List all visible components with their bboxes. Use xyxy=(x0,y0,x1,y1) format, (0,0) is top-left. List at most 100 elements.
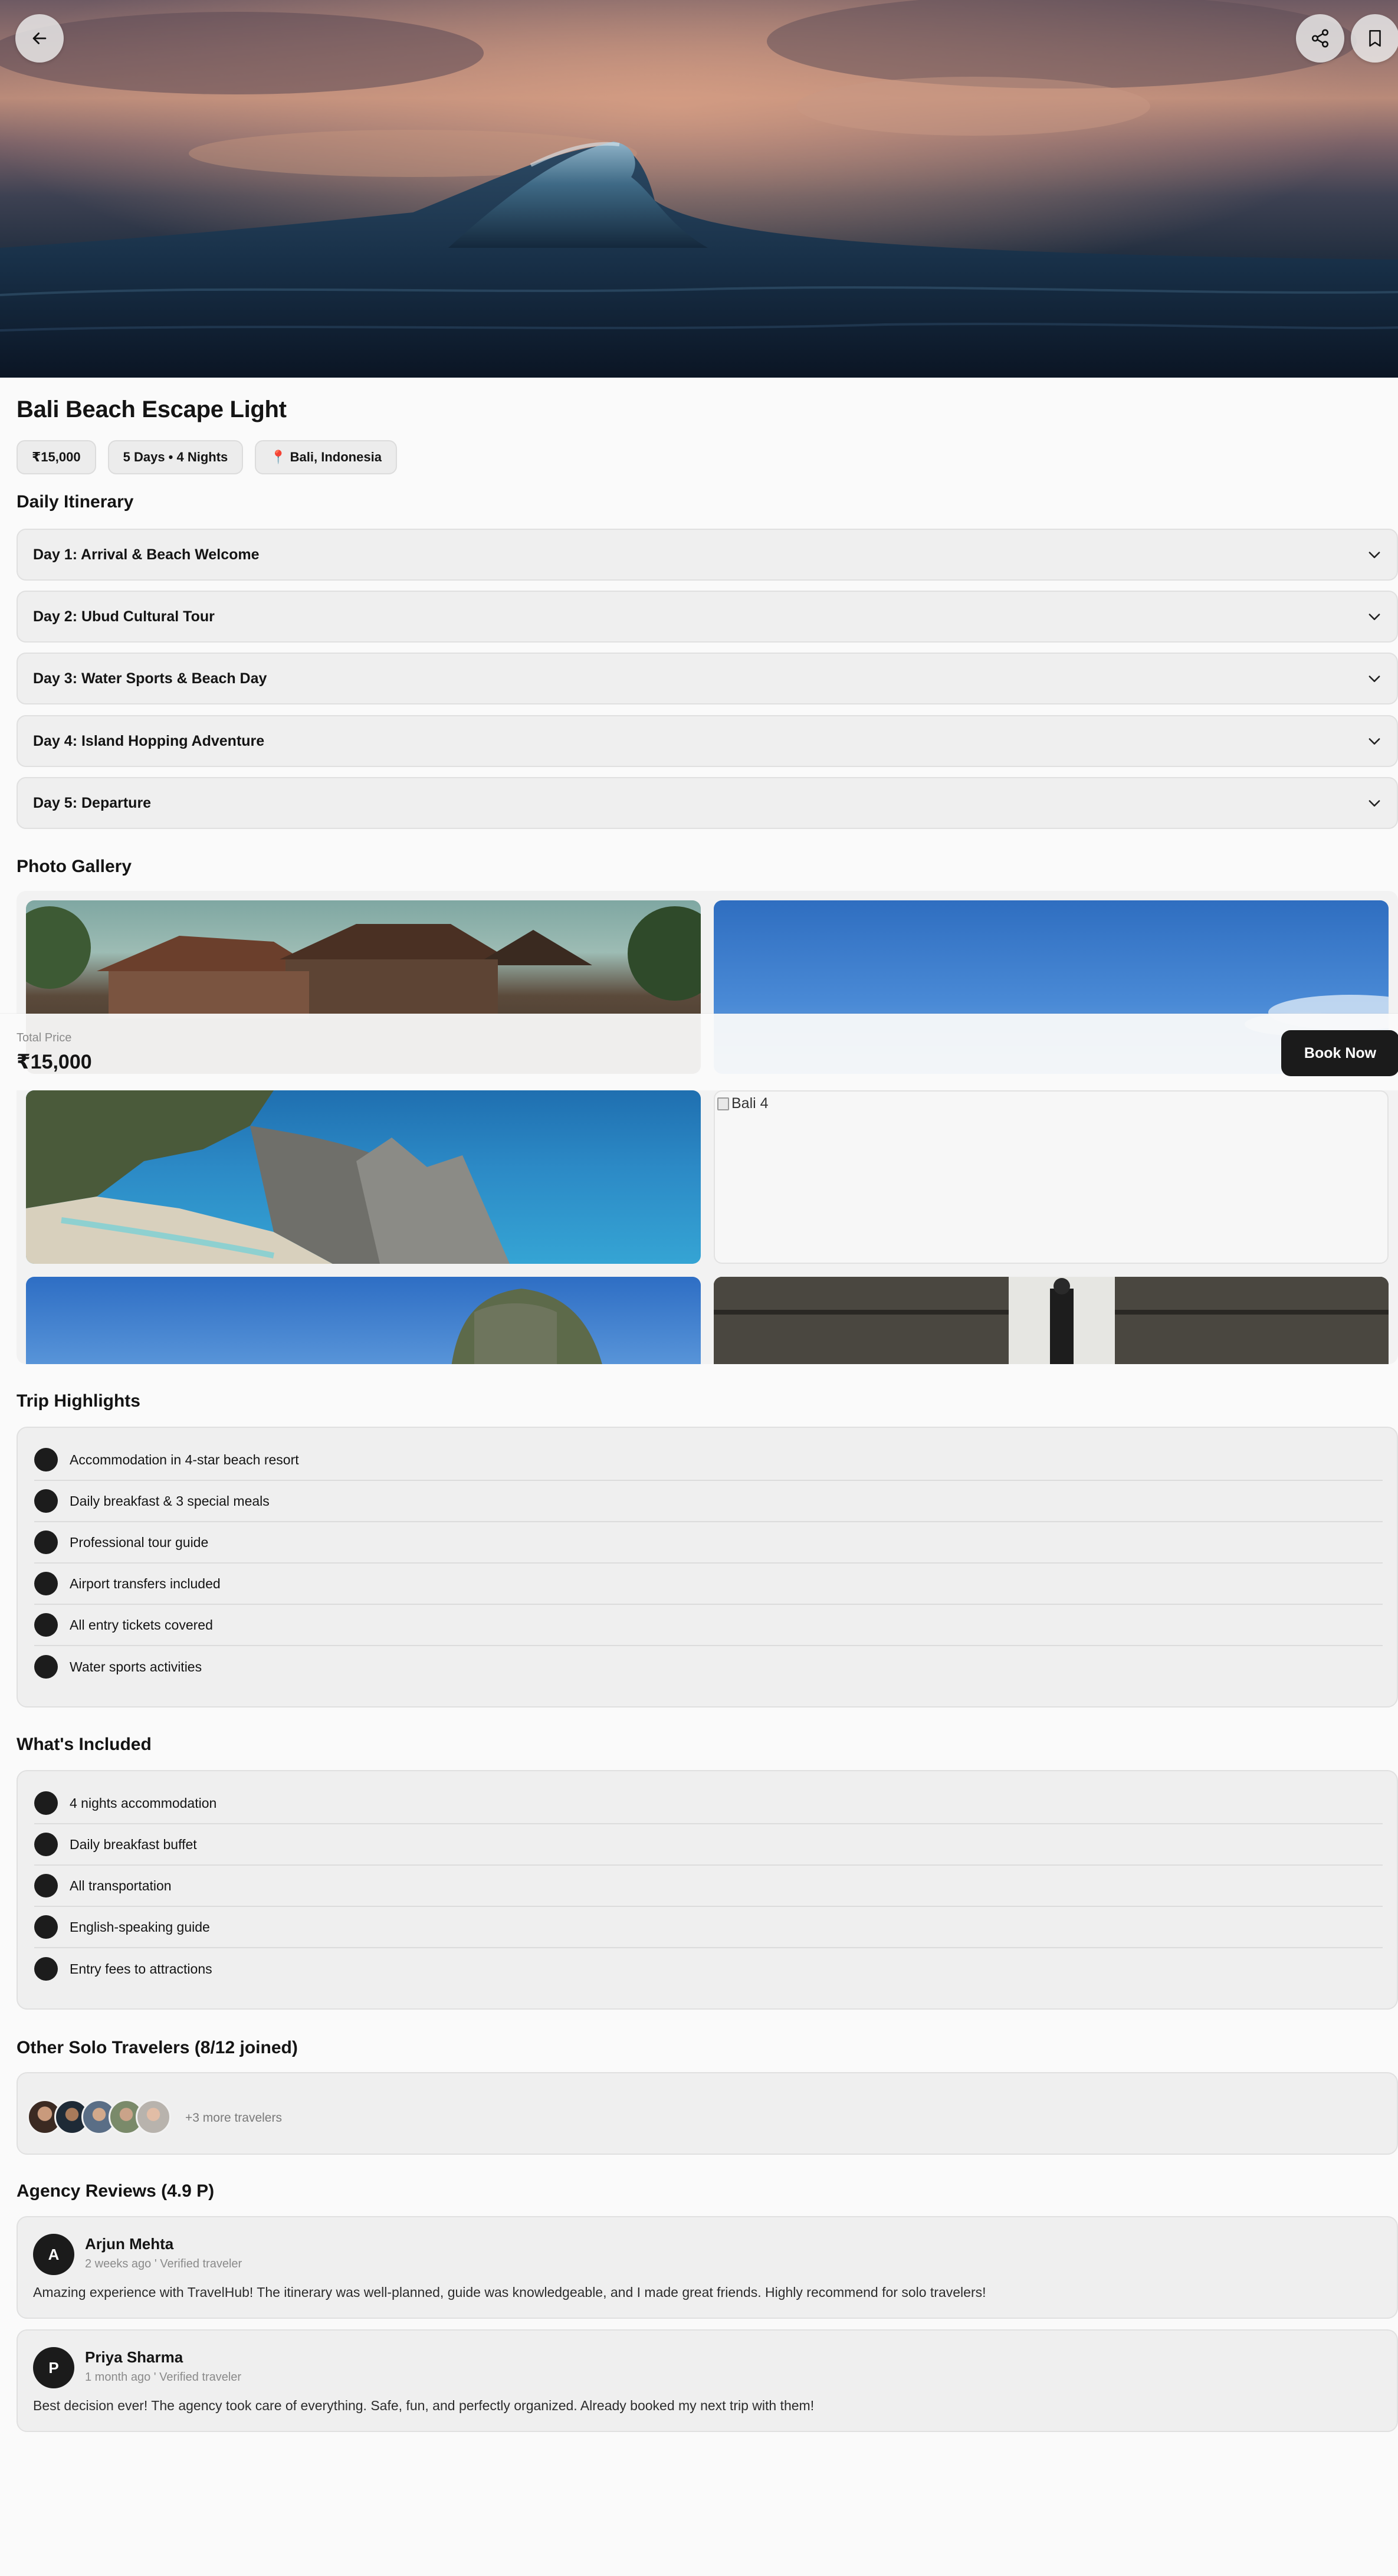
review-body: Amazing experience with TravelHub! The i… xyxy=(33,2285,986,2300)
chevron-down-icon xyxy=(1369,676,1380,682)
price-chip: ₹15,000 xyxy=(17,440,96,474)
highlight-item: All entry tickets covered xyxy=(34,1605,1383,1646)
included-item: All transportation xyxy=(34,1866,1383,1907)
bookmark-button[interactable] xyxy=(1351,14,1398,63)
chevron-down-icon xyxy=(1369,738,1380,745)
trip-info-chips: ₹15,000 5 Days • 4 Nights 📍 Bali, Indone… xyxy=(17,440,397,474)
avatar[interactable] xyxy=(136,2099,171,2135)
highlight-item: Daily breakfast & 3 special meals xyxy=(34,1481,1383,1522)
map-pin-icon: 📍 xyxy=(270,450,287,464)
reviewer-avatar: A xyxy=(33,2234,74,2275)
trip-title: Bali Beach Escape Light xyxy=(17,396,287,422)
highlight-text: Water sports activities xyxy=(70,1659,202,1674)
bullet-dot-icon xyxy=(34,1957,58,1981)
travelers-title: Other Solo Travelers (8/12 joined) xyxy=(17,2038,298,2057)
gallery-photo-4[interactable]: Bali 4 xyxy=(714,1090,1389,1264)
review-card: P Priya Sharma 1 month ago ' Verified tr… xyxy=(17,2329,1398,2432)
duration-chip-label: 5 Days • 4 Nights xyxy=(123,450,228,464)
bullet-dot-icon xyxy=(34,1448,58,1471)
chevron-down-icon xyxy=(1369,614,1380,620)
included-text: English-speaking guide xyxy=(70,1919,210,1935)
itinerary-day-label: Day 4: Island Hopping Adventure xyxy=(33,732,265,749)
highlight-text: All entry tickets covered xyxy=(70,1617,213,1633)
highlight-item: Professional tour guide xyxy=(34,1522,1383,1564)
bullet-dot-icon xyxy=(34,1489,58,1513)
price-bar: Total Price ₹15,000 Book Now xyxy=(0,1014,1398,1090)
gallery-title: Photo Gallery xyxy=(17,857,132,876)
included-item: 4 nights accommodation xyxy=(34,1783,1383,1824)
price-chip-label: ₹15,000 xyxy=(32,450,81,464)
bookmark-icon xyxy=(1369,30,1381,47)
highlights-title: Trip Highlights xyxy=(17,1391,140,1411)
broken-image-placeholder: Bali 4 xyxy=(717,1095,769,1112)
highlights-card: Accommodation in 4-star beach resort Dai… xyxy=(17,1427,1398,1707)
reviewer-name: Priya Sharma xyxy=(85,2348,183,2366)
highlight-text: Daily breakfast & 3 special meals xyxy=(70,1493,270,1509)
included-text: All transportation xyxy=(70,1877,172,1893)
itinerary-day-label: Day 3: Water Sports & Beach Day xyxy=(33,670,267,687)
bullet-dot-icon xyxy=(34,1874,58,1897)
book-now-button[interactable]: Book Now xyxy=(1281,1030,1398,1076)
itinerary-day-2[interactable]: Day 2: Ubud Cultural Tour xyxy=(17,591,1398,643)
travelers-card[interactable]: +3 more travelers xyxy=(17,2072,1398,2155)
location-chip: 📍 Bali, Indonesia xyxy=(255,440,397,474)
highlight-text: Airport transfers included xyxy=(70,1575,221,1591)
included-title: What's Included xyxy=(17,1735,152,1754)
bullet-dot-icon xyxy=(34,1613,58,1637)
included-item: Entry fees to attractions xyxy=(34,1948,1383,1990)
reviewer-avatar: P xyxy=(33,2347,74,2388)
gallery-photo-5[interactable] xyxy=(26,1277,701,1364)
bullet-dot-icon xyxy=(34,1572,58,1595)
bullet-dot-icon xyxy=(34,1833,58,1856)
reviewer-name: Arjun Mehta xyxy=(85,2235,174,2253)
cliff-photo xyxy=(451,1289,602,1364)
coast-photo xyxy=(26,1090,510,1264)
itinerary-day-5[interactable]: Day 5: Departure xyxy=(17,777,1398,829)
included-card: 4 nights accommodation Daily breakfast b… xyxy=(17,1770,1398,2010)
chevron-down-icon xyxy=(1369,800,1380,807)
photo-gallery[interactable]: Bali 4 xyxy=(17,891,1398,1364)
bullet-dot-icon xyxy=(34,1915,58,1939)
itinerary-day-label: Day 5: Departure xyxy=(33,794,152,811)
duration-chip: 5 Days • 4 Nights xyxy=(107,440,244,474)
location-chip-label: Bali, Indonesia xyxy=(290,450,382,464)
included-item: English-speaking guide xyxy=(34,1907,1383,1948)
itinerary-day-3[interactable]: Day 3: Water Sports & Beach Day xyxy=(17,653,1398,704)
itinerary-day-4[interactable]: Day 4: Island Hopping Adventure xyxy=(17,715,1398,767)
itinerary-day-1[interactable]: Day 1: Arrival & Beach Welcome xyxy=(17,529,1398,581)
bullet-dot-icon xyxy=(34,1530,58,1554)
gallery-photo-3[interactable] xyxy=(26,1090,701,1264)
review-body: Best decision ever! The agency took care… xyxy=(33,2398,815,2413)
more-travelers-label[interactable]: +3 more travelers xyxy=(185,2111,282,2125)
highlight-text: Accommodation in 4-star beach resort xyxy=(70,1451,299,1467)
gate-photo xyxy=(714,1277,1389,1364)
included-text: Daily breakfast buffet xyxy=(70,1836,197,1852)
included-text: Entry fees to attractions xyxy=(70,1961,212,1977)
back-button[interactable] xyxy=(15,14,64,63)
traveler-avatars[interactable] xyxy=(27,2099,171,2135)
gallery-photo-6[interactable] xyxy=(714,1277,1389,1364)
total-price-value: ₹15,000 xyxy=(17,1051,92,1073)
chevron-down-icon xyxy=(1369,552,1380,558)
broken-image-alt: Bali 4 xyxy=(731,1095,769,1112)
highlight-item: Water sports activities xyxy=(34,1646,1383,1687)
share-icon xyxy=(1311,29,1329,48)
total-price-label: Total Price xyxy=(17,1031,72,1044)
broken-image-icon xyxy=(717,1097,729,1110)
share-button[interactable] xyxy=(1296,14,1344,63)
arrow-left-icon xyxy=(32,32,47,44)
itinerary-day-label: Day 2: Ubud Cultural Tour xyxy=(33,608,215,625)
highlight-item: Airport transfers included xyxy=(34,1564,1383,1605)
highlight-item: Accommodation in 4-star beach resort xyxy=(34,1440,1383,1481)
reviews-title: Agency Reviews (4.9 P) xyxy=(17,2181,215,2201)
highlight-text: Professional tour guide xyxy=(70,1534,209,1550)
review-meta: 2 weeks ago ' Verified traveler xyxy=(85,2257,242,2270)
review-card: A Arjun Mehta 2 weeks ago ' Verified tra… xyxy=(17,2216,1398,2319)
bullet-dot-icon xyxy=(34,1655,58,1679)
itinerary-day-label: Day 1: Arrival & Beach Welcome xyxy=(33,546,260,563)
itinerary-title: Daily Itinerary xyxy=(17,492,134,512)
review-meta: 1 month ago ' Verified traveler xyxy=(85,2371,242,2384)
included-text: 4 nights accommodation xyxy=(70,1795,217,1811)
bullet-dot-icon xyxy=(34,1791,58,1815)
wave-photo xyxy=(0,0,1398,378)
